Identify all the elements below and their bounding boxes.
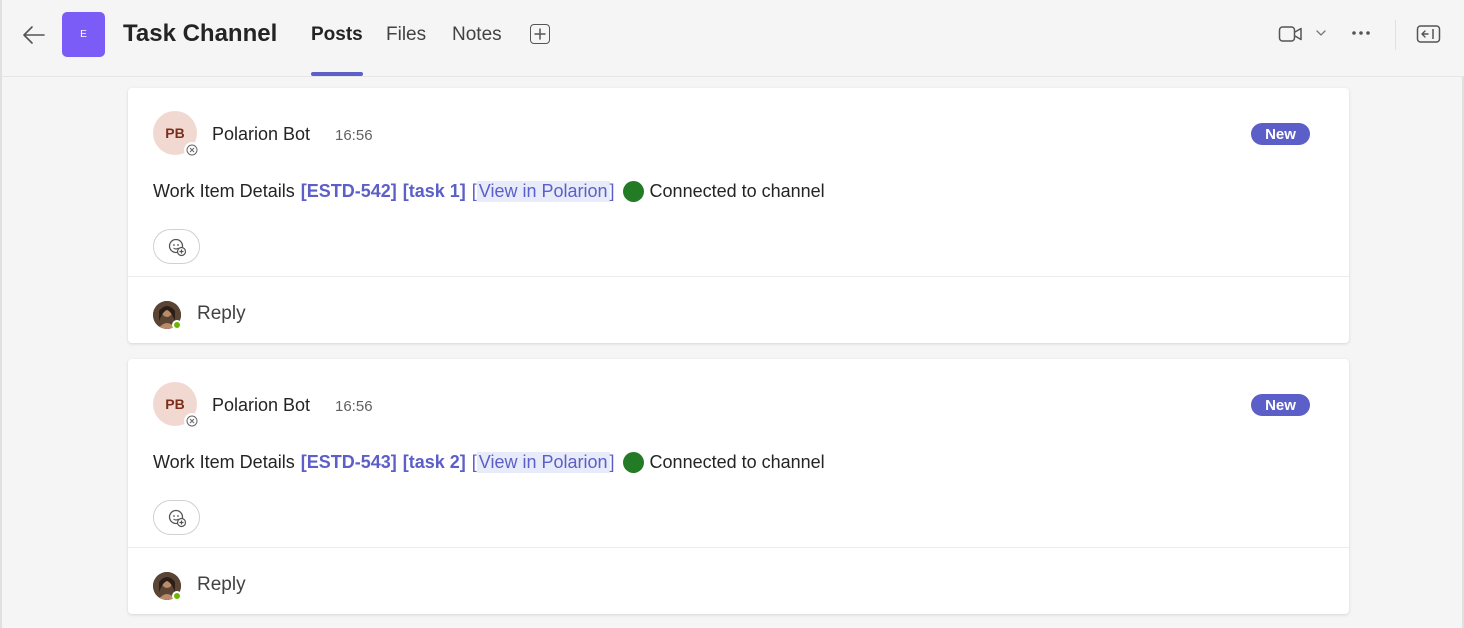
green-circle-icon [622,452,644,473]
message-prefix: Work Item Details [153,452,295,472]
link-close-bracket: ] [609,181,615,201]
work-item-id-link[interactable]: [ESTD-542] [301,181,397,202]
post-card: PB Polarion Bot 16:56 New Work Item Deta… [128,359,1349,614]
video-call-icon [1278,26,1302,42]
message-text: Work Item Details [ESTD-543] [task 2] [V… [153,452,825,473]
chevron-down-icon [1316,30,1326,36]
view-in-polarion-link[interactable]: View in Polarion [476,452,610,473]
status-text: Connected to channel [649,181,825,201]
post-timestamp: 16:56 [335,398,373,415]
work-item-name-link[interactable]: [task 1] [403,181,466,202]
add-reaction-icon [168,509,186,527]
new-badge: New [1251,394,1310,416]
header-divider [1395,20,1396,50]
tab-notes[interactable]: Notes [452,24,502,46]
presence-available-icon [172,320,182,330]
team-avatar[interactable]: E [62,12,105,57]
presence-available-icon [172,591,182,601]
app-frame: E Task Channel Posts Files Notes PB Pola… [0,0,1464,628]
green-circle-icon [622,181,644,202]
message-text: Work Item Details [ESTD-542] [task 1] [V… [153,181,825,202]
new-badge: New [1251,123,1310,145]
more-options-button[interactable] [1351,28,1371,38]
video-call-button[interactable] [1278,24,1304,44]
post-body: PB Polarion Bot 16:56 New Work Item Deta… [128,359,1349,547]
active-tab-indicator [311,72,363,76]
sender-name[interactable]: Polarion Bot [212,395,310,416]
post-card: PB Polarion Bot 16:56 New Work Item Deta… [128,88,1349,343]
bot-avatar[interactable]: PB [153,111,200,158]
bot-avatar-initials: PB [165,125,185,141]
open-panel-button[interactable] [1416,24,1442,44]
add-reaction-button[interactable] [153,500,200,535]
reply-button[interactable]: Reply [197,574,246,596]
bot-avatar[interactable]: PB [153,382,200,429]
add-reaction-button[interactable] [153,229,200,264]
work-item-name-link[interactable]: [task 2] [403,452,466,473]
tab-posts[interactable]: Posts [311,24,363,46]
channel-header: E Task Channel Posts Files Notes [2,0,1464,77]
open-panel-icon [1416,25,1441,43]
bot-badge-icon [184,413,200,429]
tab-files[interactable]: Files [386,24,426,46]
add-tab-button[interactable] [530,24,550,44]
status-text: Connected to channel [649,452,825,472]
work-item-id-link[interactable]: [ESTD-543] [301,452,397,473]
reply-bar: Reply [128,547,1349,614]
bot-avatar-initials: PB [165,396,185,412]
bot-badge-icon [184,142,200,158]
more-options-icon [1352,31,1370,35]
channel-title: Task Channel [123,20,278,47]
video-options-dropdown[interactable] [1315,28,1327,38]
sender-name[interactable]: Polarion Bot [212,124,310,145]
reply-bar: Reply [128,276,1349,343]
back-button[interactable] [20,22,48,48]
team-avatar-initial: E [80,29,87,40]
message-prefix: Work Item Details [153,181,295,201]
add-tab-icon [534,28,546,40]
post-body: PB Polarion Bot 16:56 New Work Item Deta… [128,88,1349,276]
view-in-polarion-link[interactable]: View in Polarion [476,181,610,202]
reply-button[interactable]: Reply [197,303,246,325]
link-close-bracket: ] [609,452,615,472]
back-arrow-icon [23,26,45,44]
add-reaction-icon [168,238,186,256]
post-timestamp: 16:56 [335,127,373,144]
